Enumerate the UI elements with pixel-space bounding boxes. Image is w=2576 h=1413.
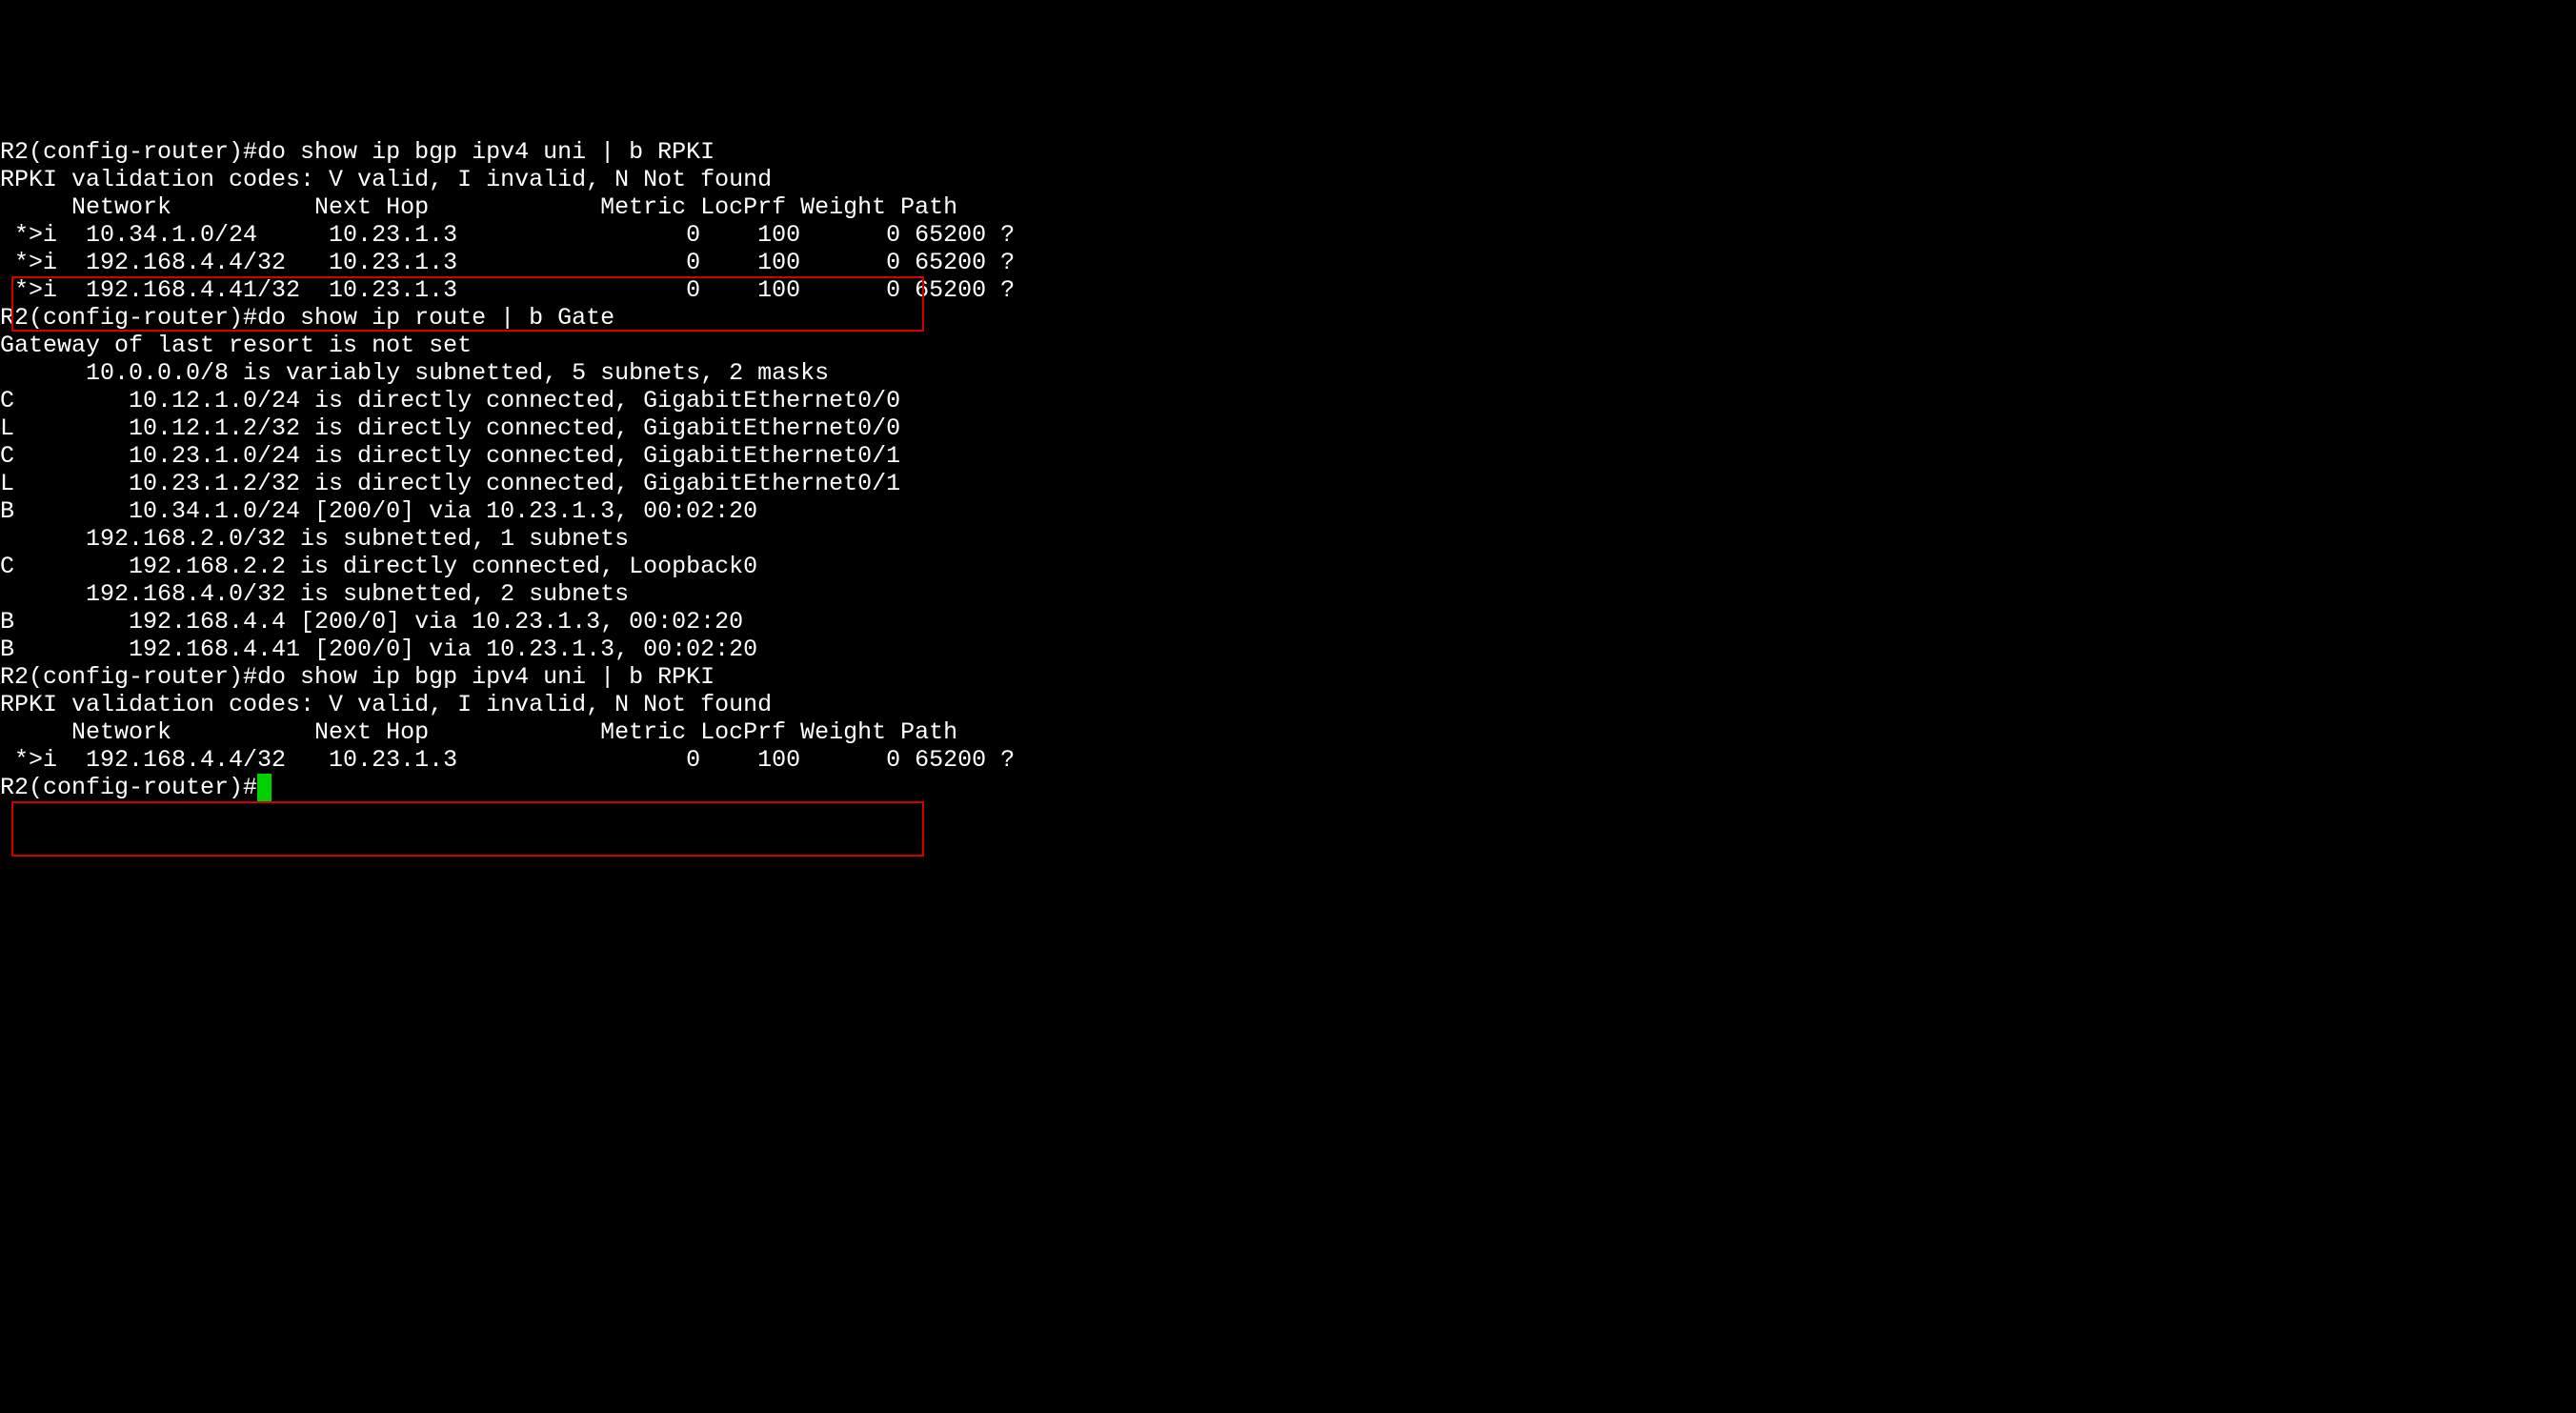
terminal-line: C 10.23.1.0/24 is directly connected, Gi… [0, 442, 2576, 470]
prompt: R2(config-router)# [0, 663, 257, 691]
command-text: do show ip bgp ipv4 uni | b RPKI [257, 663, 714, 691]
terminal-line: C 192.168.2.2 is directly connected, Loo… [0, 553, 2576, 580]
prompt: R2(config-router)# [0, 774, 257, 801]
terminal-line: *>i 10.34.1.0/24 10.23.1.3 0 100 0 65200… [0, 221, 2576, 249]
terminal-line: 192.168.4.0/32 is subnetted, 2 subnets [0, 580, 2576, 608]
terminal-line: B 192.168.4.4 [200/0] via 10.23.1.3, 00:… [0, 608, 2576, 636]
terminal-line: RPKI validation codes: V valid, I invali… [0, 691, 2576, 718]
terminal-line: *>i 192.168.4.4/32 10.23.1.3 0 100 0 652… [0, 746, 2576, 774]
terminal-line: 192.168.2.0/32 is subnetted, 1 subnets [0, 525, 2576, 553]
terminal-line: Network Next Hop Metric LocPrf Weight Pa… [0, 193, 2576, 221]
terminal-line: L 10.12.1.2/32 is directly connected, Gi… [0, 414, 2576, 442]
terminal-output: R2(config-router)#do show ip bgp ipv4 un… [0, 138, 2576, 801]
terminal-line: R2(config-router)#do show ip route | b G… [0, 304, 2576, 332]
prompt: R2(config-router)# [0, 304, 257, 332]
terminal-line: *>i 192.168.4.4/32 10.23.1.3 0 100 0 652… [0, 249, 2576, 276]
terminal-line: Network Next Hop Metric LocPrf Weight Pa… [0, 718, 2576, 746]
terminal-line: R2(config-router)#do show ip bgp ipv4 un… [0, 663, 2576, 691]
command-text: do show ip bgp ipv4 uni | b RPKI [257, 138, 714, 166]
terminal-line: L 10.23.1.2/32 is directly connected, Gi… [0, 470, 2576, 497]
terminal-line: R2(config-router)#do show ip bgp ipv4 un… [0, 138, 2576, 166]
terminal-line: 10.0.0.0/8 is variably subnetted, 5 subn… [0, 359, 2576, 387]
command-text: do show ip route | b Gate [257, 304, 614, 332]
cursor[interactable] [257, 774, 272, 801]
terminal-line: *>i 192.168.4.41/32 10.23.1.3 0 100 0 65… [0, 276, 2576, 304]
terminal-line: C 10.12.1.0/24 is directly connected, Gi… [0, 387, 2576, 414]
terminal-line: B 10.34.1.0/24 [200/0] via 10.23.1.3, 00… [0, 497, 2576, 525]
terminal-line: Gateway of last resort is not set [0, 332, 2576, 359]
terminal-line: RPKI validation codes: V valid, I invali… [0, 166, 2576, 193]
prompt: R2(config-router)# [0, 138, 257, 166]
highlight-box [11, 801, 924, 857]
terminal-line: R2(config-router)# [0, 774, 2576, 801]
terminal-line: B 192.168.4.41 [200/0] via 10.23.1.3, 00… [0, 636, 2576, 663]
